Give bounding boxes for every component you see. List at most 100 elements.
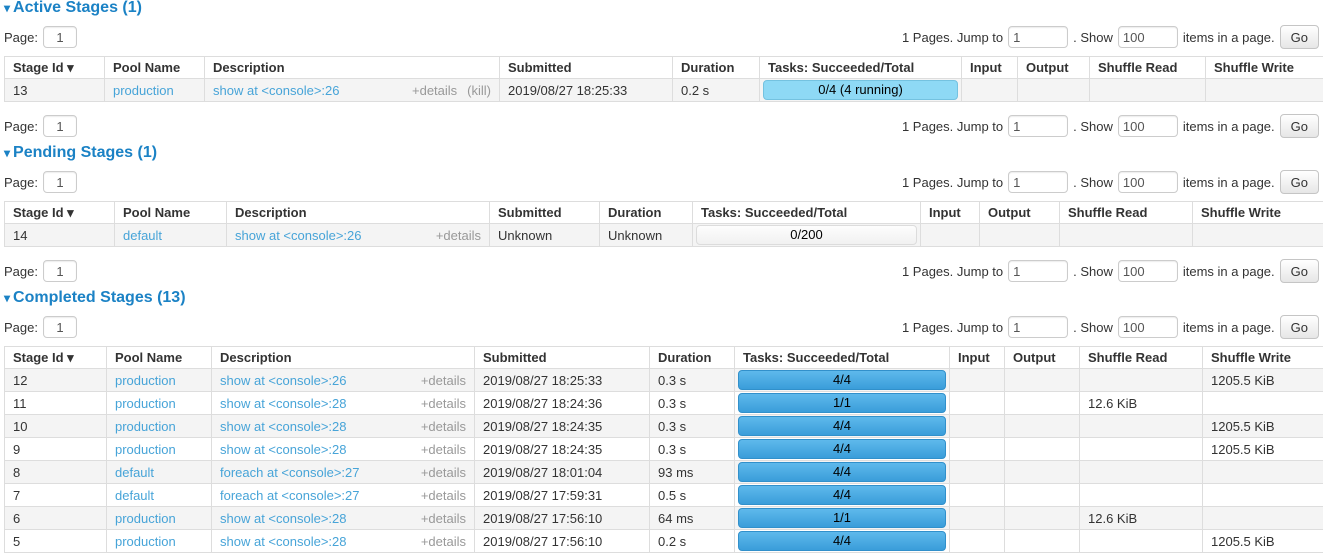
column-header-tasks-succeeded-total[interactable]: Tasks: Succeeded/Total (760, 57, 962, 79)
details-link[interactable]: +details (421, 442, 466, 457)
stage-id-cell: 10 (5, 415, 107, 438)
show-count-input[interactable] (1118, 26, 1178, 48)
column-header-shuffle-read[interactable]: Shuffle Read (1090, 57, 1206, 79)
jump-to-input[interactable] (1008, 115, 1068, 137)
column-header-shuffle-write[interactable]: Shuffle Write (1203, 347, 1323, 369)
shuffle-write-cell (1203, 392, 1323, 415)
pool-name-cell: production (107, 507, 212, 530)
column-header-output[interactable]: Output (980, 202, 1060, 224)
column-header-duration[interactable]: Duration (650, 347, 735, 369)
pool-name-link[interactable]: default (115, 465, 154, 480)
jump-to-input[interactable] (1008, 26, 1068, 48)
column-header-description[interactable]: Description (212, 347, 475, 369)
show-count-input[interactable] (1118, 316, 1178, 338)
description-link[interactable]: show at <console>:28 (220, 534, 346, 549)
column-header-duration[interactable]: Duration (600, 202, 693, 224)
column-header-shuffle-read[interactable]: Shuffle Read (1080, 347, 1203, 369)
column-header-submitted[interactable]: Submitted (475, 347, 650, 369)
stage-id-cell: 13 (5, 79, 105, 102)
pool-name-link[interactable]: production (113, 83, 174, 98)
section-title-completed[interactable]: ▾Completed Stages (13) (4, 290, 1321, 306)
go-button[interactable]: Go (1280, 25, 1319, 49)
details-link[interactable]: +details (421, 373, 466, 388)
pool-name-link[interactable]: production (115, 442, 176, 457)
stage-id-cell: 8 (5, 461, 107, 484)
pool-name-link[interactable]: production (115, 373, 176, 388)
description-link[interactable]: foreach at <console>:27 (220, 488, 360, 503)
description-link[interactable]: show at <console>:28 (220, 396, 346, 411)
pool-name-link[interactable]: production (115, 511, 176, 526)
details-link[interactable]: +details (421, 488, 466, 503)
description-link[interactable]: foreach at <console>:27 (220, 465, 360, 480)
description-link[interactable]: show at <console>:28 (220, 419, 346, 434)
page-label: Page: (4, 320, 38, 335)
column-header-stage-id[interactable]: Stage Id ▾ (5, 57, 105, 79)
details-link[interactable]: +details (421, 465, 466, 480)
details-link[interactable]: +details (421, 534, 466, 549)
page-number-input[interactable] (43, 115, 77, 137)
column-header-stage-id[interactable]: Stage Id ▾ (5, 347, 107, 369)
pool-name-link[interactable]: default (115, 488, 154, 503)
items-text: items in a page. (1183, 264, 1275, 279)
details-link[interactable]: +details (421, 396, 466, 411)
column-header-input[interactable]: Input (950, 347, 1005, 369)
go-button[interactable]: Go (1280, 259, 1319, 283)
page-number-input[interactable] (43, 316, 77, 338)
section-title-active[interactable]: ▾Active Stages (1) (4, 0, 1321, 16)
column-header-duration[interactable]: Duration (673, 57, 760, 79)
pool-name-link[interactable]: production (115, 396, 176, 411)
details-link[interactable]: +details (421, 419, 466, 434)
details-link[interactable]: +details (421, 511, 466, 526)
column-header-pool-name[interactable]: Pool Name (107, 347, 212, 369)
jump-to-input[interactable] (1008, 171, 1068, 193)
page-number-input[interactable] (43, 260, 77, 282)
task-progress-bar: 4/4 (738, 439, 946, 459)
description-link[interactable]: show at <console>:26 (220, 373, 346, 388)
details-link[interactable]: +details (412, 83, 457, 98)
column-header-shuffle-read[interactable]: Shuffle Read (1060, 202, 1193, 224)
column-header-tasks-succeeded-total[interactable]: Tasks: Succeeded/Total (735, 347, 950, 369)
go-button[interactable]: Go (1280, 114, 1319, 138)
output-cell (1018, 79, 1090, 102)
show-count-input[interactable] (1118, 171, 1178, 193)
go-button[interactable]: Go (1280, 170, 1319, 194)
page-number-input[interactable] (43, 26, 77, 48)
jump-to-input[interactable] (1008, 316, 1068, 338)
section-title-pending[interactable]: ▾Pending Stages (1) (4, 145, 1321, 161)
column-header-pool-name[interactable]: Pool Name (115, 202, 227, 224)
column-header-input[interactable]: Input (921, 202, 980, 224)
description-link[interactable]: show at <console>:28 (220, 442, 346, 457)
column-header-output[interactable]: Output (1005, 347, 1080, 369)
pool-name-link[interactable]: default (123, 228, 162, 243)
page-number-input[interactable] (43, 171, 77, 193)
shuffle-write-cell (1203, 461, 1323, 484)
input-cell (950, 369, 1005, 392)
kill-link[interactable]: (kill) (467, 83, 491, 98)
column-header-description[interactable]: Description (227, 202, 490, 224)
go-button[interactable]: Go (1280, 315, 1319, 339)
column-header-output[interactable]: Output (1018, 57, 1090, 79)
show-count-input[interactable] (1118, 115, 1178, 137)
pool-name-link[interactable]: production (115, 419, 176, 434)
input-cell (950, 438, 1005, 461)
column-header-shuffle-write[interactable]: Shuffle Write (1206, 57, 1323, 79)
description-link[interactable]: show at <console>:26 (213, 83, 339, 98)
description-link[interactable]: show at <console>:28 (220, 511, 346, 526)
column-header-shuffle-write[interactable]: Shuffle Write (1193, 202, 1323, 224)
details-link[interactable]: +details (436, 228, 481, 243)
pages-info-text: 1 Pages. Jump to (902, 30, 1003, 45)
column-header-stage-id[interactable]: Stage Id ▾ (5, 202, 115, 224)
column-header-input[interactable]: Input (962, 57, 1018, 79)
pool-name-link[interactable]: production (115, 534, 176, 549)
column-header-submitted[interactable]: Submitted (500, 57, 673, 79)
output-cell (1005, 392, 1080, 415)
pool-name-cell: production (107, 369, 212, 392)
show-count-input[interactable] (1118, 260, 1178, 282)
description-link[interactable]: show at <console>:26 (235, 228, 361, 243)
column-header-tasks-succeeded-total[interactable]: Tasks: Succeeded/Total (693, 202, 921, 224)
jump-to-input[interactable] (1008, 260, 1068, 282)
description-cell: show at <console>:28 +details (212, 415, 475, 438)
column-header-pool-name[interactable]: Pool Name (105, 57, 205, 79)
column-header-description[interactable]: Description (205, 57, 500, 79)
column-header-submitted[interactable]: Submitted (490, 202, 600, 224)
